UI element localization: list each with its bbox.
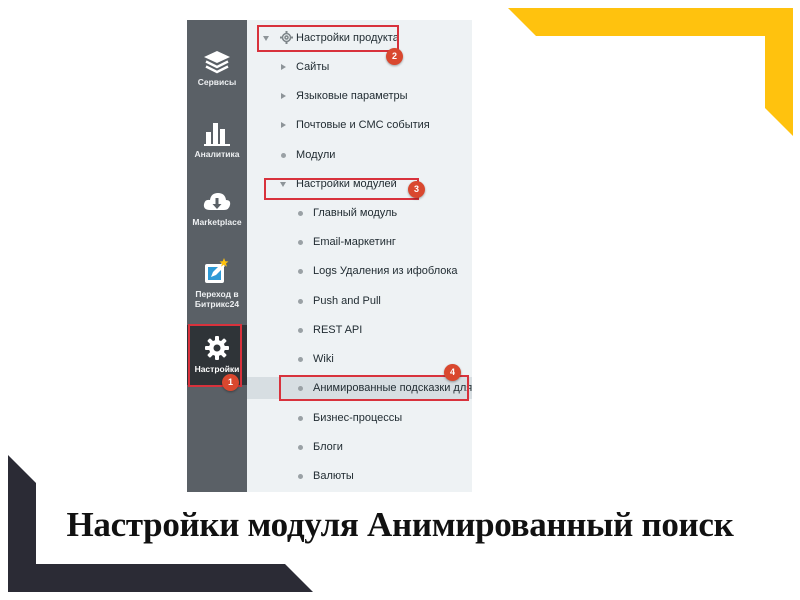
annotation-badge-2: 2 bbox=[386, 48, 403, 65]
external-edit-icon bbox=[205, 258, 229, 283]
tree-item-modules[interactable]: Модули bbox=[247, 144, 472, 166]
tree-item-label: Языковые параметры bbox=[296, 90, 408, 102]
bar-chart-icon bbox=[204, 123, 230, 146]
bullet-icon bbox=[298, 211, 303, 216]
page-caption: Настройки модуля Анимированный поиск bbox=[66, 505, 734, 544]
tree-item-label: Logs Удаления из ифоблока bbox=[313, 265, 458, 277]
tree-item-label: Wiki bbox=[313, 353, 334, 365]
sidebar-item-analytics[interactable]: Аналитика bbox=[187, 120, 247, 170]
tree-item-currencies[interactable]: Валюты bbox=[247, 465, 472, 487]
sidebar-item-marketplace[interactable]: Marketplace bbox=[187, 190, 247, 240]
collapse-arrow-icon[interactable] bbox=[281, 93, 286, 99]
tree-item-label: Бизнес-процессы bbox=[313, 412, 403, 424]
sidebar-item-label-line2: Битрикс24 bbox=[194, 299, 240, 309]
tree-item-mail-sms-events[interactable]: Почтовые и СМС события bbox=[247, 114, 472, 136]
sidebar-item-label: Аналитика bbox=[194, 149, 240, 159]
decorative-corner-top-right bbox=[508, 8, 793, 136]
sidebar-item-label-line1: Переход в bbox=[195, 289, 239, 299]
layers-icon bbox=[204, 51, 230, 74]
collapse-arrow-icon[interactable] bbox=[281, 122, 286, 128]
tree-item-label: Сайты bbox=[296, 61, 330, 73]
collapse-arrow-icon[interactable] bbox=[281, 64, 286, 70]
tree-item-language-params[interactable]: Языковые параметры bbox=[247, 85, 472, 107]
bullet-icon bbox=[298, 357, 303, 362]
tree-item-push-and-pull[interactable]: Push and Pull bbox=[247, 290, 472, 312]
tree-item-logs[interactable]: Logs Удаления из ифоблока bbox=[247, 260, 472, 282]
annotation-badge-1: 1 bbox=[222, 374, 239, 391]
annotation-badge-3: 3 bbox=[408, 181, 425, 198]
tree-item-label: Email-маркетинг bbox=[313, 236, 396, 248]
tree-item-label: REST API bbox=[313, 324, 363, 336]
tree-item-wiki[interactable]: Wiki bbox=[247, 348, 472, 370]
bullet-icon bbox=[281, 153, 286, 158]
sidebar-item-go-to-bitrix24[interactable]: Переход в Битрикс24 bbox=[187, 258, 247, 318]
annotation-badge-4: 4 bbox=[444, 364, 461, 381]
bullet-icon bbox=[298, 445, 303, 450]
tree-item-email-marketing[interactable]: Email-маркетинг bbox=[247, 231, 472, 253]
settings-tree-menu: Настройки продукта Сайты Языковые параме… bbox=[247, 20, 472, 492]
tree-item-label: Блоги bbox=[313, 441, 343, 453]
tree-item-label: Валюты bbox=[313, 470, 354, 482]
tree-item-label: Главный модуль bbox=[313, 207, 398, 219]
sidebar-item-label: Сервисы bbox=[197, 77, 237, 87]
admin-sidebar: Сервисы Аналитика Marketplace Переход в … bbox=[187, 20, 247, 492]
annotation-box-module-settings bbox=[264, 178, 419, 200]
tree-item-label: Push and Pull bbox=[313, 295, 381, 307]
tree-item-main-module[interactable]: Главный модуль bbox=[247, 202, 472, 224]
tree-item-rest-api[interactable]: REST API bbox=[247, 319, 472, 341]
sidebar-item-services[interactable]: Сервисы bbox=[187, 50, 247, 100]
tree-item-blogs[interactable]: Блоги bbox=[247, 436, 472, 458]
bullet-icon bbox=[298, 474, 303, 479]
cloud-download-icon bbox=[203, 193, 231, 210]
sidebar-item-label: Marketplace bbox=[192, 217, 242, 227]
tree-item-business-processes[interactable]: Бизнес-процессы bbox=[247, 407, 472, 429]
annotation-box-animated-hints bbox=[279, 375, 469, 401]
bullet-icon bbox=[298, 328, 303, 333]
tree-item-sites[interactable]: Сайты bbox=[247, 56, 472, 78]
bullet-icon bbox=[298, 240, 303, 245]
bullet-icon bbox=[298, 416, 303, 421]
bullet-icon bbox=[298, 299, 303, 304]
tree-item-label: Модули bbox=[296, 149, 336, 161]
bullet-icon bbox=[298, 269, 303, 274]
annotation-box-product-settings bbox=[257, 25, 399, 52]
admin-panel-screenshot: Сервисы Аналитика Marketplace Переход в … bbox=[187, 20, 472, 492]
tree-item-label: Почтовые и СМС события bbox=[296, 119, 430, 131]
